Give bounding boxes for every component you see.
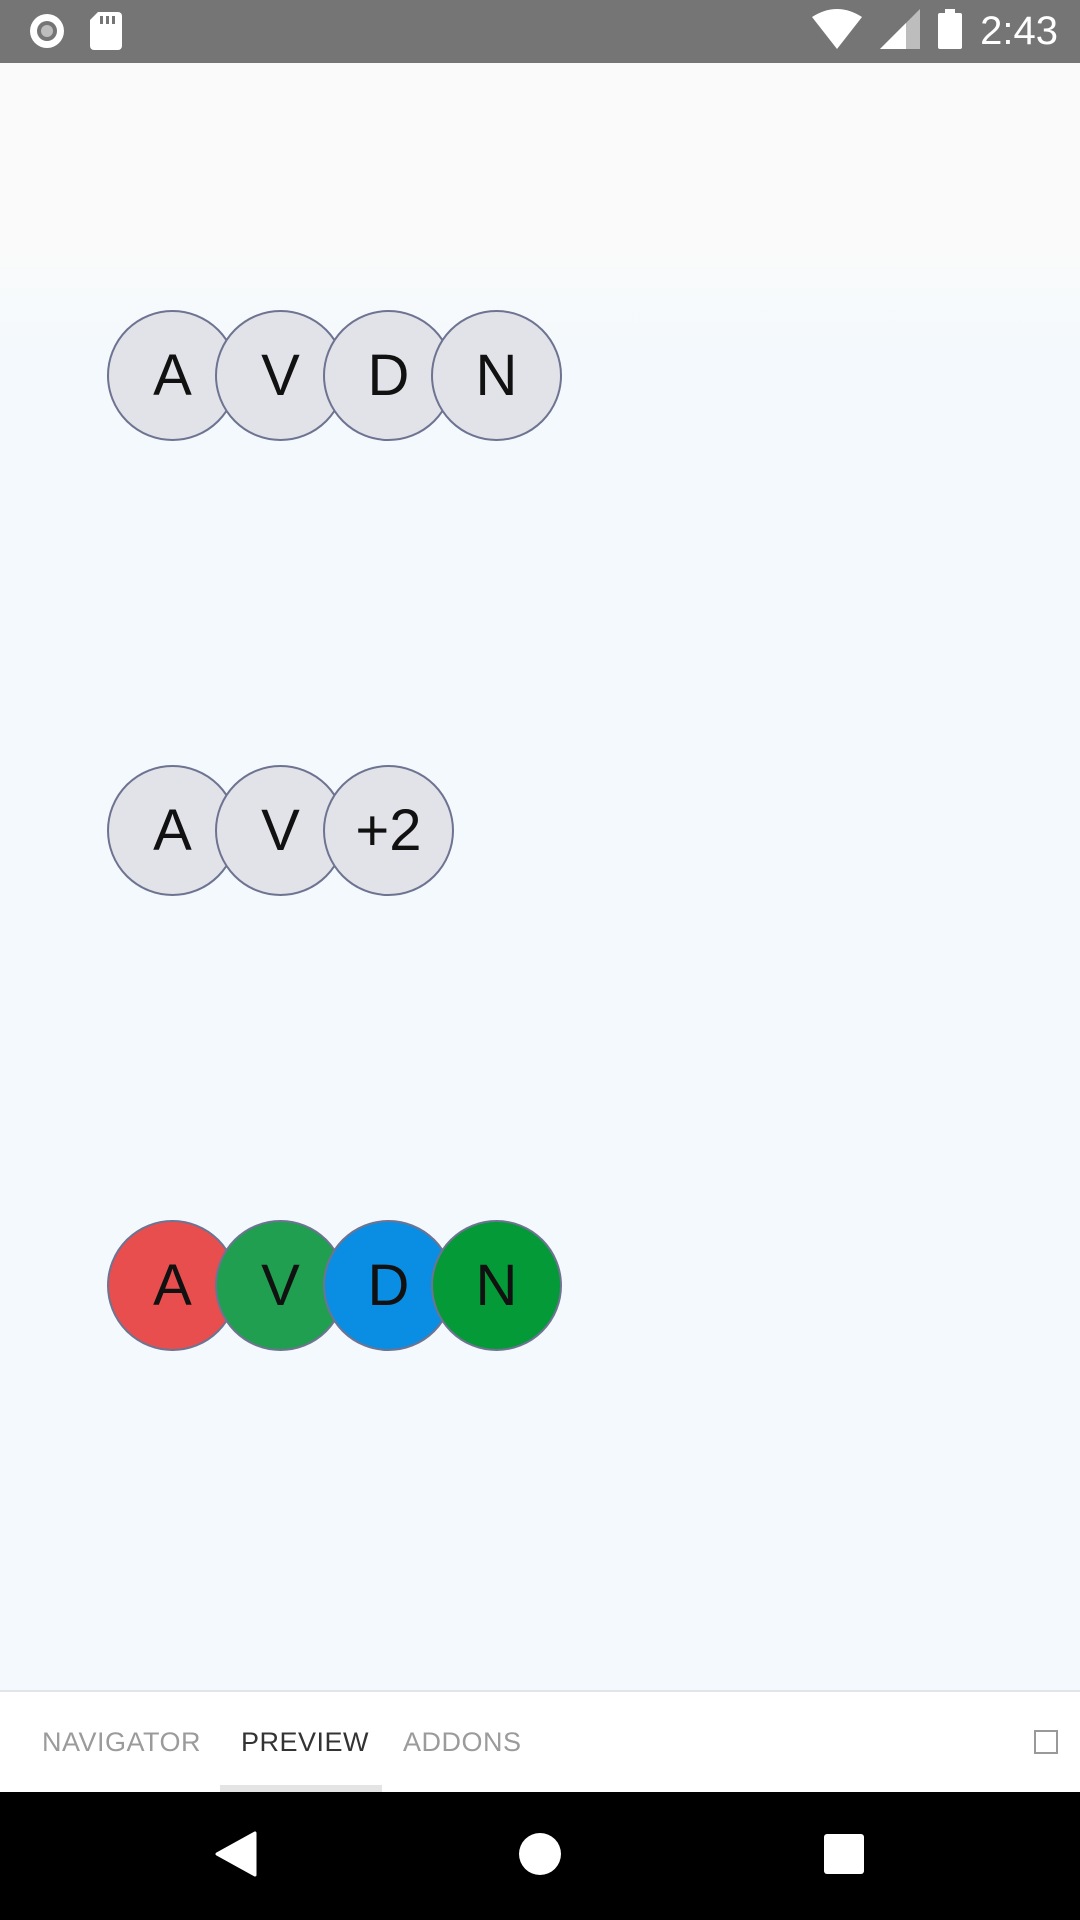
overflow-count: +2 (355, 798, 422, 863)
status-bar: 2:43 (0, 0, 1080, 63)
back-button[interactable] (176, 1792, 296, 1920)
cell-signal-icon (880, 9, 921, 54)
recents-icon (824, 1833, 864, 1879)
tab-addons[interactable]: ADDONS (403, 1692, 522, 1792)
wifi-icon (812, 9, 863, 54)
avatar-initial: V (261, 798, 300, 863)
avatar-initial: N (475, 1253, 518, 1318)
home-button[interactable] (480, 1792, 600, 1920)
avatar[interactable]: N (431, 310, 562, 441)
avatar-initial: A (153, 1253, 192, 1318)
record-icon (28, 12, 66, 55)
avatar-initial: V (261, 1253, 300, 1318)
addons-tab-bar: NAVIGATOR PREVIEW ADDONS (0, 1690, 1080, 1794)
home-icon (518, 1832, 562, 1881)
avatar-initial: N (475, 343, 518, 408)
battery-icon (938, 9, 963, 54)
clock: 2:43 (980, 9, 1058, 53)
back-icon (215, 1831, 257, 1882)
avatar-initial: V (261, 343, 300, 408)
avatar-overflow-count[interactable]: +2 (323, 765, 454, 896)
tab-preview[interactable]: PREVIEW (241, 1692, 369, 1792)
avatar-initial: D (367, 343, 410, 408)
avatar-initial: A (153, 798, 192, 863)
sd-card-icon (90, 12, 122, 55)
active-tab-indicator (220, 1785, 382, 1792)
recents-button[interactable] (784, 1792, 904, 1920)
system-nav-bar (0, 1792, 1080, 1920)
tab-navigator[interactable]: NAVIGATOR (42, 1692, 201, 1792)
fullscreen-icon[interactable] (1034, 1730, 1058, 1754)
avatar-initial: D (367, 1253, 410, 1318)
avatar[interactable]: N (431, 1220, 562, 1351)
avatar-initial: A (153, 343, 192, 408)
preview-canvas: A V D N A V +2 A V D N (0, 63, 1080, 1690)
